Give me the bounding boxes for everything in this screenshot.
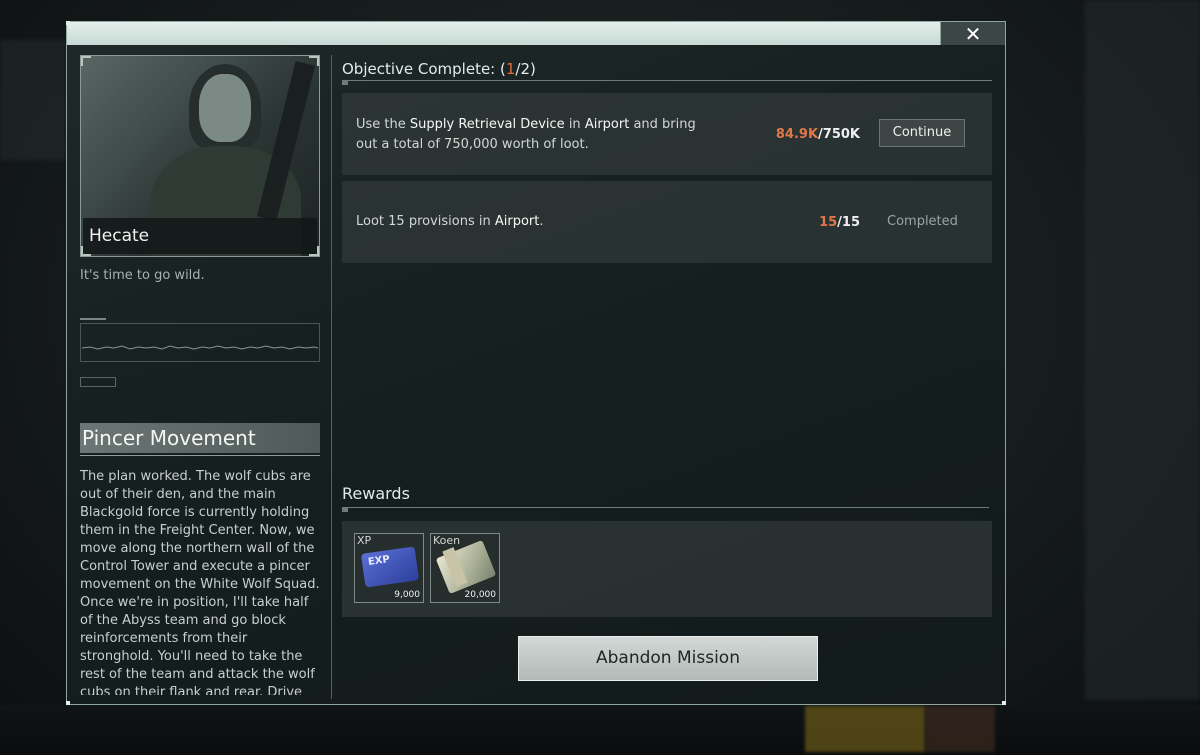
task-text-part: Loot 15 provisions in	[356, 214, 495, 229]
objective-done-count: 1	[505, 60, 516, 78]
portrait-face	[199, 74, 251, 142]
task-text: Loot 15 provisions in Airport.	[356, 212, 716, 232]
continue-button[interactable]: Continue	[879, 119, 965, 147]
character-name: Hecate	[89, 226, 150, 246]
progress-total: /15	[837, 215, 860, 230]
reward-xp[interactable]: EXP XP 9,000	[354, 533, 424, 603]
corner-marker	[1002, 701, 1006, 705]
progress-current: 15	[819, 215, 838, 230]
corner-marker	[66, 701, 70, 705]
task-status: Completed	[887, 214, 958, 229]
task-progress: 15/15	[819, 215, 860, 230]
exp-card-text: EXP	[367, 554, 391, 568]
background-panel-left	[0, 40, 66, 160]
waveform-tag	[80, 377, 116, 387]
abandon-mission-button[interactable]: Abandon Mission	[518, 636, 818, 681]
background-strip	[0, 705, 1200, 755]
character-panel: Hecate It's time to go wild. Pincer Move…	[80, 55, 320, 695]
task-text-part: in	[564, 117, 585, 132]
background-panel	[1085, 0, 1200, 700]
corner-marker	[66, 21, 70, 25]
progress-current: 84.9K	[775, 127, 819, 142]
rewards-heading: Rewards	[342, 484, 410, 503]
rewards-panel: EXP XP 9,000 Koen 20,000	[342, 521, 992, 617]
reward-label: Koen	[433, 534, 461, 547]
task-location-highlight: Airport	[584, 117, 630, 132]
close-icon: ✕	[964, 21, 982, 46]
background-sign-2	[925, 706, 995, 752]
objective-header-prefix: Objective Complete: (	[342, 60, 506, 78]
audio-waveform	[80, 318, 320, 362]
progress-total: /750K	[818, 127, 860, 142]
cash-stack-icon	[435, 540, 497, 594]
column-divider	[331, 55, 332, 699]
close-button[interactable]: ✕	[940, 21, 1005, 46]
task-text: Use the Supply Retrieval Device in Airpo…	[356, 115, 716, 155]
frame-bracket	[309, 56, 319, 66]
task-text-part: Use the	[356, 117, 410, 132]
objective-task: Loot 15 provisions in Airport. 15/15 Com…	[342, 181, 992, 263]
waveform-frame	[80, 323, 320, 362]
mission-description: The plan worked. The wolf cubs are out o…	[80, 469, 320, 695]
frame-bracket	[81, 56, 91, 66]
reward-amount: 20,000	[464, 590, 497, 600]
task-item-highlight: Supply Retrieval Device	[409, 117, 565, 132]
reward-label: XP	[357, 534, 372, 547]
reward-koen[interactable]: Koen 20,000	[430, 533, 500, 603]
objective-divider-tick	[342, 81, 348, 85]
task-text-part: .	[539, 214, 544, 229]
task-location-highlight: Airport	[494, 214, 540, 229]
exp-card-icon: EXP	[360, 546, 420, 588]
rewards-divider	[342, 507, 989, 508]
frame-bracket	[309, 246, 319, 256]
objective-total-count: /2)	[515, 60, 536, 78]
title-divider	[80, 455, 320, 456]
mission-dialog: ✕ Hecate It's time to go wild. Pincer Mo…	[66, 21, 1006, 705]
objective-divider	[342, 80, 992, 81]
character-tagline: It's time to go wild.	[80, 268, 205, 283]
frame-bracket	[81, 246, 91, 256]
objective-header: Objective Complete: (1/2)	[342, 60, 536, 78]
objective-task: Use the Supply Retrieval Device in Airpo…	[342, 93, 992, 175]
reward-amount: 9,000	[394, 590, 420, 600]
background-sign	[805, 706, 925, 752]
dialog-titlebar	[67, 22, 1005, 45]
rewards-divider-tick	[342, 508, 348, 512]
character-portrait: Hecate	[80, 55, 320, 257]
task-progress: 84.9K/750K	[776, 127, 860, 142]
waveform-line	[81, 345, 319, 350]
mission-title: Pincer Movement	[80, 423, 320, 453]
